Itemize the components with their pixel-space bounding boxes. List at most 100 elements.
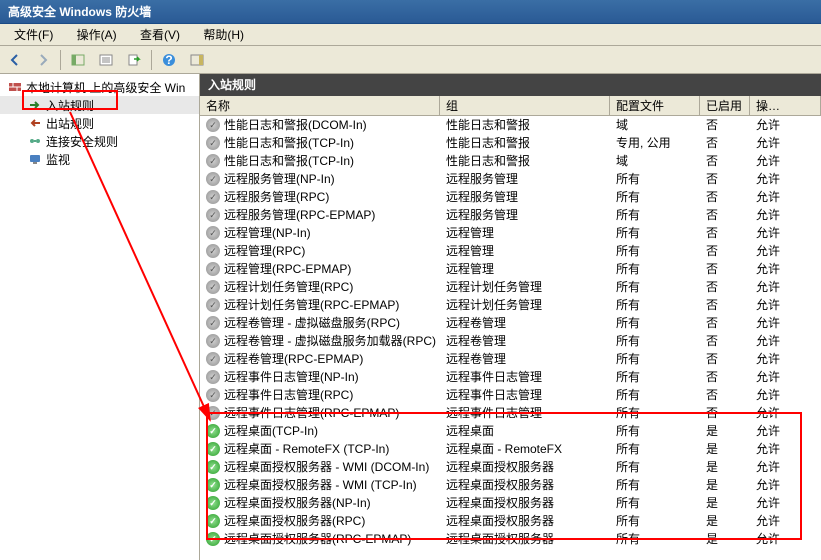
rule-row[interactable]: 远程桌面授权服务器 - WMI (TCP-In)远程桌面授权服务器所有是允许 <box>200 476 821 494</box>
rule-row[interactable]: 远程桌面授权服务器 - WMI (DCOM-In)远程桌面授权服务器所有是允许 <box>200 458 821 476</box>
col-enabled[interactable]: 已启用 <box>700 96 750 115</box>
help-button[interactable]: ? <box>158 49 180 71</box>
tree-outbound-rules[interactable]: 出站规则 <box>0 114 199 132</box>
rule-group: 远程桌面 - RemoteFX <box>440 440 610 458</box>
rule-profile: 所有 <box>610 278 700 296</box>
rule-status-icon <box>206 496 220 510</box>
rule-group: 远程服务管理 <box>440 206 610 224</box>
rule-enabled: 否 <box>700 242 750 260</box>
rule-action: 允许 <box>750 530 821 548</box>
rule-row[interactable]: 远程事件日志管理(RPC)远程事件日志管理所有否允许 <box>200 386 821 404</box>
rule-status-icon <box>206 406 220 420</box>
col-name[interactable]: 名称 <box>200 96 440 115</box>
rule-enabled: 是 <box>700 422 750 440</box>
export-list-button[interactable] <box>123 49 145 71</box>
rule-row[interactable]: 远程桌面 - RemoteFX (TCP-In)远程桌面 - RemoteFX所… <box>200 440 821 458</box>
rule-row[interactable]: 远程管理(RPC-EPMAP)远程管理所有否允许 <box>200 260 821 278</box>
rule-profile: 域 <box>610 116 700 134</box>
window-title: 高级安全 Windows 防火墙 <box>8 5 151 19</box>
svg-text:?: ? <box>165 53 172 67</box>
rule-group: 远程计划任务管理 <box>440 296 610 314</box>
rule-row[interactable]: 性能日志和警报(TCP-In)性能日志和警报域否允许 <box>200 152 821 170</box>
rule-name: 远程事件日志管理(RPC-EPMAP) <box>224 404 399 422</box>
rule-row[interactable]: 远程事件日志管理(RPC-EPMAP)远程事件日志管理所有否允许 <box>200 404 821 422</box>
rule-name: 远程桌面授权服务器 - WMI (TCP-In) <box>224 476 417 494</box>
rule-enabled: 否 <box>700 188 750 206</box>
rule-action: 允许 <box>750 206 821 224</box>
menu-file[interactable]: 文件(F) <box>4 28 63 42</box>
menu-action[interactable]: 操作(A) <box>67 28 127 42</box>
col-action[interactable]: 操… <box>750 96 821 115</box>
action-pane-button[interactable] <box>186 49 208 71</box>
rule-row[interactable]: 远程桌面授权服务器(RPC-EPMAP)远程桌面授权服务器所有是允许 <box>200 530 821 548</box>
rule-row[interactable]: 远程计划任务管理(RPC)远程计划任务管理所有否允许 <box>200 278 821 296</box>
rule-profile: 所有 <box>610 476 700 494</box>
tree-connection-security[interactable]: 连接安全规则 <box>0 132 199 150</box>
rule-profile: 所有 <box>610 224 700 242</box>
menu-help[interactable]: 帮助(H) <box>193 28 254 42</box>
rule-group: 性能日志和警报 <box>440 116 610 134</box>
rule-enabled: 是 <box>700 512 750 530</box>
toolbar: ? <box>0 46 821 74</box>
rule-profile: 所有 <box>610 350 700 368</box>
rule-row[interactable]: 远程事件日志管理(NP-In)远程事件日志管理所有否允许 <box>200 368 821 386</box>
rule-action: 允许 <box>750 170 821 188</box>
rule-row[interactable]: 远程卷管理 - 虚拟磁盘服务(RPC)远程卷管理所有否允许 <box>200 314 821 332</box>
tree-root[interactable]: 本地计算机 上的高级安全 Win <box>0 78 199 96</box>
rule-group: 远程管理 <box>440 260 610 278</box>
rule-status-icon <box>206 352 220 366</box>
rule-group: 远程桌面授权服务器 <box>440 530 610 548</box>
rule-group: 远程桌面授权服务器 <box>440 476 610 494</box>
show-hide-tree-button[interactable] <box>67 49 89 71</box>
rule-row[interactable]: 远程服务管理(RPC)远程服务管理所有否允许 <box>200 188 821 206</box>
rule-group: 远程事件日志管理 <box>440 368 610 386</box>
rule-status-icon <box>206 370 220 384</box>
rule-action: 允许 <box>750 116 821 134</box>
rule-row[interactable]: 远程服务管理(NP-In)远程服务管理所有否允许 <box>200 170 821 188</box>
rule-action: 允许 <box>750 134 821 152</box>
rule-status-icon <box>206 424 220 438</box>
rules-list: 性能日志和警报(DCOM-In)性能日志和警报域否允许性能日志和警报(TCP-I… <box>200 116 821 560</box>
rule-enabled: 否 <box>700 224 750 242</box>
rule-name: 远程计划任务管理(RPC-EPMAP) <box>224 296 399 314</box>
tree-inbound-rules[interactable]: 入站规则 <box>0 96 199 114</box>
rule-row[interactable]: 远程卷管理(RPC-EPMAP)远程卷管理所有否允许 <box>200 350 821 368</box>
properties-button[interactable] <box>95 49 117 71</box>
rule-row[interactable]: 远程桌面授权服务器(RPC)远程桌面授权服务器所有是允许 <box>200 512 821 530</box>
col-group[interactable]: 组 <box>440 96 610 115</box>
tree-monitoring[interactable]: 监视 <box>0 150 199 168</box>
rule-row[interactable]: 性能日志和警报(DCOM-In)性能日志和警报域否允许 <box>200 116 821 134</box>
rule-action: 允许 <box>750 188 821 206</box>
window-titlebar: 高级安全 Windows 防火墙 <box>0 0 821 24</box>
rule-row[interactable]: 远程管理(RPC)远程管理所有否允许 <box>200 242 821 260</box>
col-profile[interactable]: 配置文件 <box>610 96 700 115</box>
rule-group: 远程卷管理 <box>440 350 610 368</box>
rule-action: 允许 <box>750 386 821 404</box>
menu-view[interactable]: 查看(V) <box>130 28 190 42</box>
forward-button[interactable] <box>32 49 54 71</box>
rule-row[interactable]: 远程卷管理 - 虚拟磁盘服务加载器(RPC)远程卷管理所有否允许 <box>200 332 821 350</box>
rule-group: 远程桌面授权服务器 <box>440 458 610 476</box>
rule-row[interactable]: 性能日志和警报(TCP-In)性能日志和警报专用, 公用否允许 <box>200 134 821 152</box>
rule-row[interactable]: 远程桌面授权服务器(NP-In)远程桌面授权服务器所有是允许 <box>200 494 821 512</box>
rule-name: 远程卷管理(RPC-EPMAP) <box>224 350 363 368</box>
rule-enabled: 是 <box>700 530 750 548</box>
rule-action: 允许 <box>750 404 821 422</box>
rule-group: 远程管理 <box>440 242 610 260</box>
back-button[interactable] <box>4 49 26 71</box>
rule-profile: 域 <box>610 152 700 170</box>
rule-name: 远程桌面授权服务器 - WMI (DCOM-In) <box>224 458 429 476</box>
rule-enabled: 是 <box>700 458 750 476</box>
rule-action: 允许 <box>750 350 821 368</box>
rule-row[interactable]: 远程桌面(TCP-In)远程桌面所有是允许 <box>200 422 821 440</box>
nav-tree: 本地计算机 上的高级安全 Win 入站规则 出站规则 连接安全规则 监视 <box>0 74 200 560</box>
rule-group: 远程计划任务管理 <box>440 278 610 296</box>
rule-group: 远程桌面 <box>440 422 610 440</box>
rule-row[interactable]: 远程管理(NP-In)远程管理所有否允许 <box>200 224 821 242</box>
rule-group: 远程桌面授权服务器 <box>440 512 610 530</box>
rule-name: 性能日志和警报(TCP-In) <box>224 152 354 170</box>
rule-row[interactable]: 远程服务管理(RPC-EPMAP)远程服务管理所有否允许 <box>200 206 821 224</box>
rule-enabled: 否 <box>700 134 750 152</box>
rule-row[interactable]: 远程计划任务管理(RPC-EPMAP)远程计划任务管理所有否允许 <box>200 296 821 314</box>
inbound-icon <box>28 98 42 112</box>
